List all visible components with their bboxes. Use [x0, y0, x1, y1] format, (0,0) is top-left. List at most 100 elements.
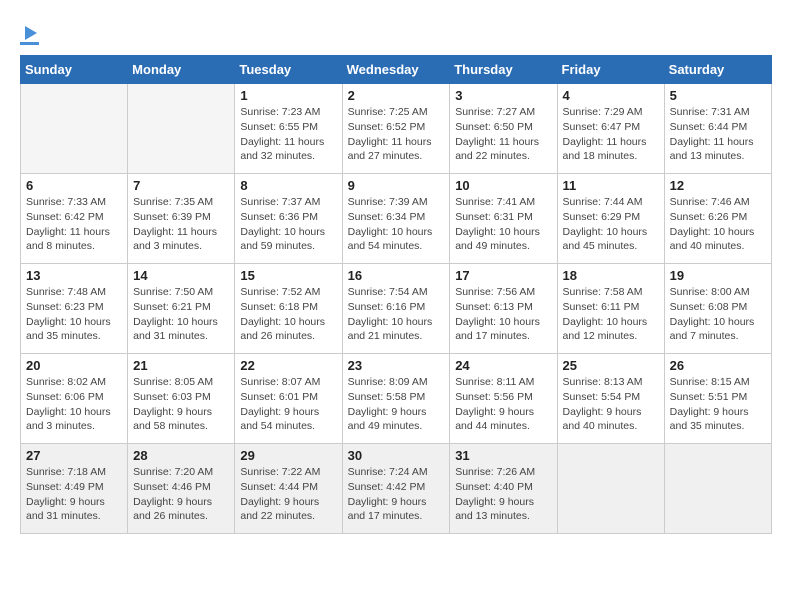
- day-info: Sunrise: 7:26 AMSunset: 4:40 PMDaylight:…: [455, 465, 551, 524]
- logo-icon: [21, 24, 39, 42]
- calendar-cell: 26 Sunrise: 8:15 AMSunset: 5:51 PMDayligh…: [664, 354, 771, 444]
- day-info: Sunrise: 7:18 AMSunset: 4:49 PMDaylight:…: [26, 465, 122, 524]
- day-number: 1: [240, 88, 336, 103]
- day-info: Sunrise: 7:39 AMSunset: 6:34 PMDaylight:…: [348, 195, 445, 254]
- calendar-cell: 29 Sunrise: 7:22 AMSunset: 4:44 PMDayligh…: [235, 444, 342, 534]
- logo: [20, 20, 39, 45]
- day-number: 7: [133, 178, 229, 193]
- day-info: Sunrise: 7:31 AMSunset: 6:44 PMDaylight:…: [670, 105, 766, 164]
- day-info: Sunrise: 7:33 AMSunset: 6:42 PMDaylight:…: [26, 195, 122, 254]
- calendar-cell: [557, 444, 664, 534]
- day-number: 18: [563, 268, 659, 283]
- day-number: 14: [133, 268, 229, 283]
- calendar-cell: [664, 444, 771, 534]
- day-info: Sunrise: 8:00 AMSunset: 6:08 PMDaylight:…: [670, 285, 766, 344]
- day-info: Sunrise: 7:24 AMSunset: 4:42 PMDaylight:…: [348, 465, 445, 524]
- day-info: Sunrise: 8:11 AMSunset: 5:56 PMDaylight:…: [455, 375, 551, 434]
- day-info: Sunrise: 8:02 AMSunset: 6:06 PMDaylight:…: [26, 375, 122, 434]
- day-number: 21: [133, 358, 229, 373]
- weekday-header-saturday: Saturday: [664, 56, 771, 84]
- day-number: 27: [26, 448, 122, 463]
- day-info: Sunrise: 7:23 AMSunset: 6:55 PMDaylight:…: [240, 105, 336, 164]
- day-number: 24: [455, 358, 551, 373]
- day-info: Sunrise: 7:37 AMSunset: 6:36 PMDaylight:…: [240, 195, 336, 254]
- calendar-cell: 20Sunrise: 8:02 AMSunset: 6:06 PMDayligh…: [21, 354, 128, 444]
- calendar-cell: 5 Sunrise: 7:31 AMSunset: 6:44 PMDaylight…: [664, 84, 771, 174]
- day-info: Sunrise: 8:05 AMSunset: 6:03 PMDaylight:…: [133, 375, 229, 434]
- day-number: 28: [133, 448, 229, 463]
- logo-underline: [20, 42, 39, 45]
- day-number: 13: [26, 268, 122, 283]
- calendar-cell: 15Sunrise: 7:52 AMSunset: 6:18 PMDayligh…: [235, 264, 342, 354]
- day-info: Sunrise: 7:22 AMSunset: 4:44 PMDaylight:…: [240, 465, 336, 524]
- day-number: 3: [455, 88, 551, 103]
- day-number: 23: [348, 358, 445, 373]
- day-info: Sunrise: 7:56 AMSunset: 6:13 PMDaylight:…: [455, 285, 551, 344]
- day-info: Sunrise: 7:50 AMSunset: 6:21 PMDaylight:…: [133, 285, 229, 344]
- day-info: Sunrise: 7:44 AMSunset: 6:29 PMDaylight:…: [563, 195, 659, 254]
- week-row-1: 1 Sunrise: 7:23 AMSunset: 6:55 PMDaylight…: [21, 84, 772, 174]
- calendar-cell: 4 Sunrise: 7:29 AMSunset: 6:47 PMDaylight…: [557, 84, 664, 174]
- day-number: 22: [240, 358, 336, 373]
- day-info: Sunrise: 8:15 AMSunset: 5:51 PMDaylight:…: [670, 375, 766, 434]
- calendar-cell: 1 Sunrise: 7:23 AMSunset: 6:55 PMDaylight…: [235, 84, 342, 174]
- weekday-header-thursday: Thursday: [450, 56, 557, 84]
- calendar-cell: 30 Sunrise: 7:24 AMSunset: 4:42 PMDayligh…: [342, 444, 450, 534]
- day-info: Sunrise: 7:35 AMSunset: 6:39 PMDaylight:…: [133, 195, 229, 254]
- day-number: 29: [240, 448, 336, 463]
- day-info: Sunrise: 7:41 AMSunset: 6:31 PMDaylight:…: [455, 195, 551, 254]
- day-info: Sunrise: 8:13 AMSunset: 5:54 PMDaylight:…: [563, 375, 659, 434]
- calendar-cell: 6Sunrise: 7:33 AMSunset: 6:42 PMDaylight…: [21, 174, 128, 264]
- calendar-cell: 14 Sunrise: 7:50 AMSunset: 6:21 PMDayligh…: [128, 264, 235, 354]
- day-info: Sunrise: 7:29 AMSunset: 6:47 PMDaylight:…: [563, 105, 659, 164]
- calendar-cell: 19Sunrise: 8:00 AMSunset: 6:08 PMDayligh…: [664, 264, 771, 354]
- calendar-cell: 8 Sunrise: 7:37 AMSunset: 6:36 PMDaylight…: [235, 174, 342, 264]
- calendar-cell: 31 Sunrise: 7:26 AMSunset: 4:40 PMDayligh…: [450, 444, 557, 534]
- day-number: 16: [348, 268, 445, 283]
- day-info: Sunrise: 7:58 AMSunset: 6:11 PMDaylight:…: [563, 285, 659, 344]
- day-number: 25: [563, 358, 659, 373]
- day-number: 17: [455, 268, 551, 283]
- day-number: 5: [670, 88, 766, 103]
- calendar-cell: 22 Sunrise: 8:07 AMSunset: 6:01 PMDayligh…: [235, 354, 342, 444]
- day-info: Sunrise: 7:46 AMSunset: 6:26 PMDaylight:…: [670, 195, 766, 254]
- calendar-cell: 9 Sunrise: 7:39 AMSunset: 6:34 PMDaylight…: [342, 174, 450, 264]
- day-info: Sunrise: 8:09 AMSunset: 5:58 PMDaylight:…: [348, 375, 445, 434]
- weekday-header-row: SundayMondayTuesdayWednesdayThursdayFrid…: [21, 56, 772, 84]
- day-info: Sunrise: 8:07 AMSunset: 6:01 PMDaylight:…: [240, 375, 336, 434]
- page-header: [20, 20, 772, 45]
- calendar-cell: 25 Sunrise: 8:13 AMSunset: 5:54 PMDayligh…: [557, 354, 664, 444]
- calendar-cell: 24 Sunrise: 8:11 AMSunset: 5:56 PMDayligh…: [450, 354, 557, 444]
- day-info: Sunrise: 7:20 AMSunset: 4:46 PMDaylight:…: [133, 465, 229, 524]
- week-row-5: 27 Sunrise: 7:18 AMSunset: 4:49 PMDayligh…: [21, 444, 772, 534]
- calendar-cell: 2Sunrise: 7:25 AMSunset: 6:52 PMDaylight…: [342, 84, 450, 174]
- calendar-cell: 27 Sunrise: 7:18 AMSunset: 4:49 PMDayligh…: [21, 444, 128, 534]
- calendar-cell: 3Sunrise: 7:27 AMSunset: 6:50 PMDaylight…: [450, 84, 557, 174]
- weekday-header-tuesday: Tuesday: [235, 56, 342, 84]
- calendar-cell: 28 Sunrise: 7:20 AMSunset: 4:46 PMDayligh…: [128, 444, 235, 534]
- day-number: 10: [455, 178, 551, 193]
- calendar-table: SundayMondayTuesdayWednesdayThursdayFrid…: [20, 55, 772, 534]
- calendar-cell: 13 Sunrise: 7:48 AMSunset: 6:23 PMDayligh…: [21, 264, 128, 354]
- day-number: 8: [240, 178, 336, 193]
- calendar-cell: 11 Sunrise: 7:44 AMSunset: 6:29 PMDayligh…: [557, 174, 664, 264]
- day-number: 30: [348, 448, 445, 463]
- weekday-header-monday: Monday: [128, 56, 235, 84]
- calendar-cell: 7 Sunrise: 7:35 AMSunset: 6:39 PMDaylight…: [128, 174, 235, 264]
- logo-text: [20, 20, 39, 44]
- day-info: Sunrise: 7:54 AMSunset: 6:16 PMDaylight:…: [348, 285, 445, 344]
- day-number: 2: [348, 88, 445, 103]
- day-number: 9: [348, 178, 445, 193]
- day-number: 31: [455, 448, 551, 463]
- day-info: Sunrise: 7:52 AMSunset: 6:18 PMDaylight:…: [240, 285, 336, 344]
- weekday-header-friday: Friday: [557, 56, 664, 84]
- calendar-cell: 21 Sunrise: 8:05 AMSunset: 6:03 PMDayligh…: [128, 354, 235, 444]
- weekday-header-sunday: Sunday: [21, 56, 128, 84]
- day-number: 11: [563, 178, 659, 193]
- calendar-cell: 23 Sunrise: 8:09 AMSunset: 5:58 PMDayligh…: [342, 354, 450, 444]
- calendar-cell: [128, 84, 235, 174]
- day-info: Sunrise: 7:48 AMSunset: 6:23 PMDaylight:…: [26, 285, 122, 344]
- day-number: 4: [563, 88, 659, 103]
- calendar-cell: 18 Sunrise: 7:58 AMSunset: 6:11 PMDayligh…: [557, 264, 664, 354]
- day-number: 26: [670, 358, 766, 373]
